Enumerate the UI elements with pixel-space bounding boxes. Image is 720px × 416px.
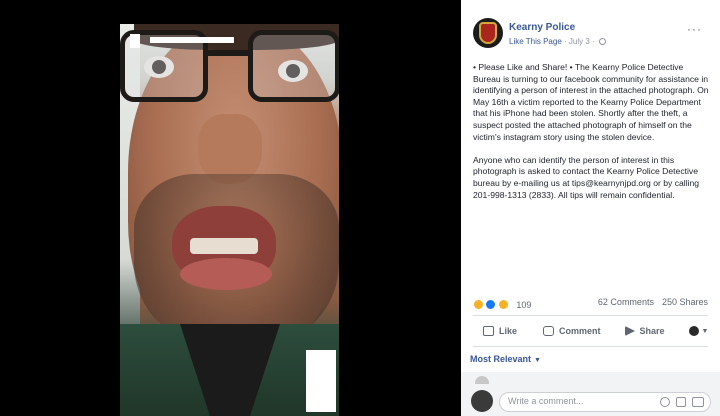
- chevron-down-icon: ▼: [534, 357, 541, 364]
- like-button[interactable]: Like: [483, 326, 517, 336]
- like-icon: [485, 299, 497, 311]
- post-text: • Please Like and Share! • The Kearny Po…: [473, 62, 713, 213]
- post-paragraph: • Please Like and Share! • The Kearny Po…: [473, 62, 709, 142]
- more-icon[interactable]: ···: [687, 22, 702, 36]
- comments-area: [461, 372, 720, 416]
- divider: [473, 315, 708, 316]
- like-page-link[interactable]: Like This Page: [509, 37, 562, 46]
- post-date[interactable]: · July 3 ·: [562, 37, 597, 46]
- divider: [473, 346, 708, 347]
- comment-sort-dropdown[interactable]: Most Relevant ▼: [470, 354, 541, 364]
- police-badge-icon: [479, 22, 497, 44]
- post-header: Kearny Police Like This Page · July 3 · …: [461, 0, 720, 56]
- comment-bubble-icon: [543, 326, 555, 336]
- comment-avatar: [475, 376, 489, 384]
- action-bar: Like Comment Share ▼: [473, 318, 708, 344]
- post-meta: Like This Page · July 3 ·: [509, 37, 606, 46]
- sort-label: Most Relevant: [470, 354, 532, 364]
- like-button-label: Like: [499, 326, 518, 336]
- wow-icon: [497, 299, 509, 311]
- engagement-counts: 62 Comments 250 Shares: [598, 297, 708, 307]
- globe-icon: [598, 38, 606, 46]
- share-button[interactable]: Share: [624, 326, 665, 336]
- page-name[interactable]: Kearny Police: [509, 22, 575, 33]
- current-user-avatar: [471, 390, 493, 412]
- suspect-photo[interactable]: [120, 24, 339, 416]
- photo-viewer: [0, 0, 461, 416]
- share-button-label: Share: [639, 326, 665, 336]
- chevron-down-icon: ▼: [701, 327, 709, 335]
- camera-icon[interactable]: [676, 397, 686, 407]
- reactions[interactable]: 109: [473, 296, 531, 311]
- redaction-bar: [150, 37, 234, 43]
- reaction-count[interactable]: 109: [516, 300, 531, 310]
- like-thumb-icon: [483, 326, 494, 336]
- gif-icon[interactable]: [692, 397, 704, 407]
- redaction-mark: [130, 34, 140, 48]
- haha-icon: [473, 299, 484, 311]
- comment-box[interactable]: [499, 392, 711, 412]
- page-avatar[interactable]: [473, 18, 503, 48]
- comments-count[interactable]: 62 Comments: [598, 297, 654, 307]
- redaction-box: [306, 350, 336, 412]
- post-paragraph: Anyone who can identify the person of in…: [473, 154, 700, 200]
- comment-input[interactable]: [508, 396, 648, 406]
- comment-button[interactable]: Comment: [543, 326, 601, 336]
- comment-button-label: Comment: [559, 326, 601, 336]
- audience-selector[interactable]: ▼: [688, 326, 709, 336]
- share-arrow-icon: [624, 326, 635, 336]
- user-avatar: [688, 326, 699, 336]
- shares-count[interactable]: 250 Shares: [662, 297, 708, 307]
- post-panel: Kearny Police Like This Page · July 3 · …: [461, 0, 720, 416]
- emoji-icon[interactable]: [660, 397, 670, 407]
